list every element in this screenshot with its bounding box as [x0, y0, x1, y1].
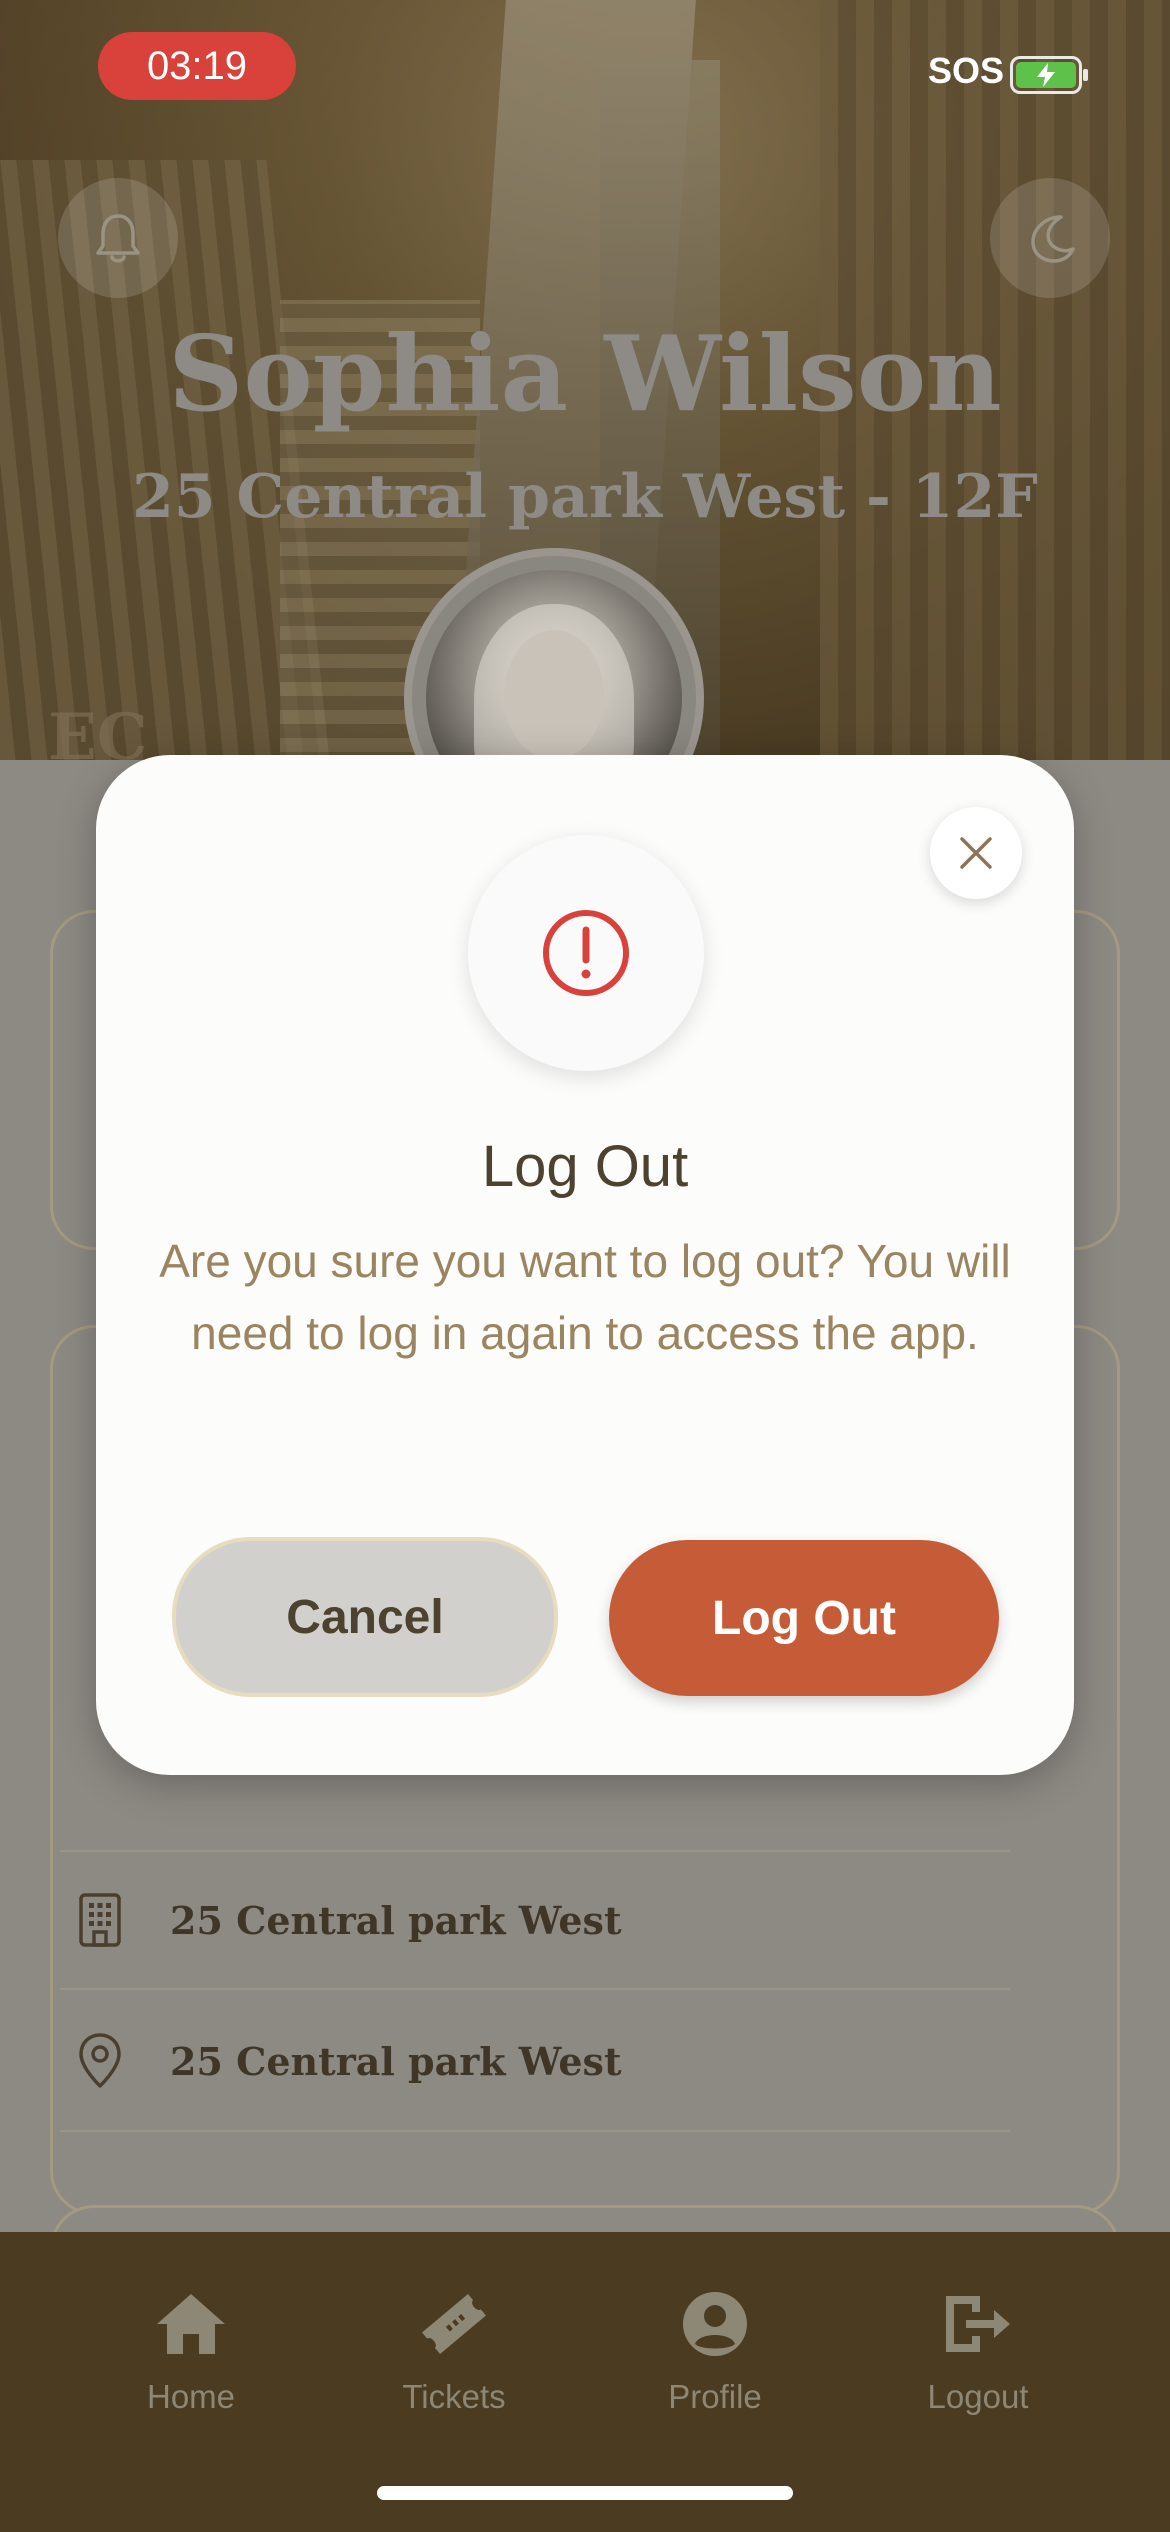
- confirm-logout-button[interactable]: Log Out: [609, 1540, 999, 1696]
- dialog-title: Log Out: [481, 1134, 689, 1199]
- tab-home[interactable]: Home: [81, 2284, 301, 2416]
- dialog-message: Are you sure you want to log out? You wi…: [159, 1235, 1011, 1359]
- alert-badge: [468, 835, 704, 1071]
- tab-label: Logout: [927, 2378, 1029, 2415]
- alert-circle-icon: [543, 910, 629, 996]
- logout-icon: [946, 2296, 1010, 2352]
- tab-tickets[interactable]: Tickets: [344, 2284, 564, 2416]
- user-icon: [683, 2292, 747, 2356]
- close-button[interactable]: [930, 807, 1022, 899]
- logout-dialog: Log Out Are you sure you want to log out…: [96, 755, 1074, 1775]
- cancel-button[interactable]: Cancel: [172, 1537, 558, 1697]
- home-icon: [157, 2294, 225, 2354]
- close-icon: [960, 837, 992, 869]
- tab-label: Profile: [668, 2378, 762, 2415]
- tab-label: Tickets: [402, 2378, 506, 2415]
- ticket-icon: [422, 2293, 486, 2355]
- home-indicator: [377, 2486, 793, 2500]
- tab-label: Home: [146, 2378, 236, 2415]
- tab-logout[interactable]: Logout: [868, 2284, 1088, 2416]
- tab-profile[interactable]: Profile: [605, 2284, 825, 2416]
